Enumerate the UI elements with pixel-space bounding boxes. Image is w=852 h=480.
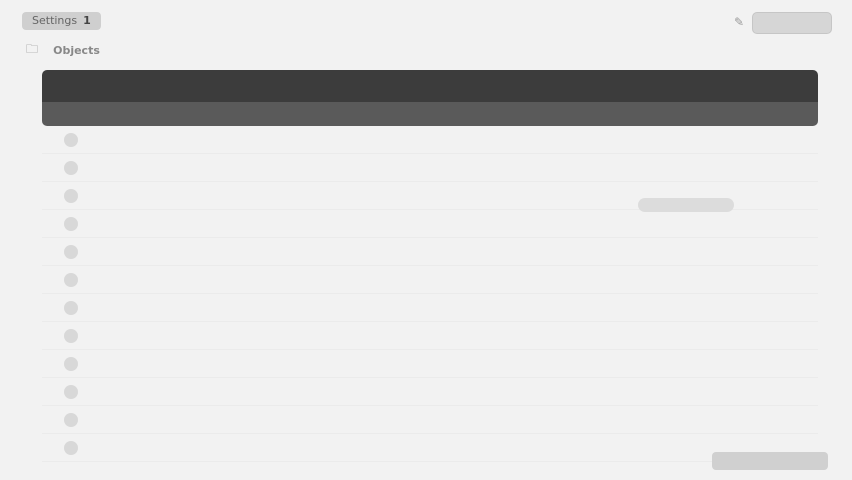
breadcrumb-count: 1 (83, 14, 91, 27)
table-header (42, 102, 818, 126)
table-row[interactable] (42, 406, 818, 434)
table-row[interactable] (42, 378, 818, 406)
row-number (64, 413, 78, 427)
row-number (64, 217, 78, 231)
section-title: Objects (53, 44, 100, 57)
breadcrumb-label: Settings (32, 14, 78, 27)
folder-icon: 🗀 (26, 42, 39, 56)
table-row[interactable] (42, 238, 818, 266)
row-number (64, 273, 78, 287)
table-row[interactable] (42, 154, 818, 182)
row-number (64, 385, 78, 399)
table-row[interactable] (42, 266, 818, 294)
table-row[interactable] (42, 210, 818, 238)
table-row[interactable] (42, 126, 818, 154)
row-number (64, 329, 78, 343)
row-number (64, 189, 78, 203)
table-body (42, 126, 818, 462)
row-number (64, 357, 78, 371)
pencil-icon[interactable]: ✎ (732, 15, 746, 29)
app-window: Settings 1 ✎ 🗀 Objects (0, 0, 852, 480)
top-bar: Settings 1 ✎ (22, 12, 832, 36)
table-title (42, 70, 818, 102)
row-number (64, 301, 78, 315)
row-number (64, 441, 78, 455)
table-row[interactable] (42, 322, 818, 350)
breadcrumb[interactable]: Settings 1 (22, 12, 101, 30)
data-table (42, 70, 818, 470)
row-number (64, 133, 78, 147)
sub-bar: 🗀 Objects (26, 40, 100, 58)
table-row[interactable] (42, 350, 818, 378)
row-number (64, 245, 78, 259)
bottom-action-button[interactable] (712, 452, 828, 470)
table-row[interactable] (42, 294, 818, 322)
overlay-badge (638, 198, 734, 212)
table-row[interactable] (42, 434, 818, 462)
row-number (64, 161, 78, 175)
top-action-button[interactable] (752, 12, 832, 34)
